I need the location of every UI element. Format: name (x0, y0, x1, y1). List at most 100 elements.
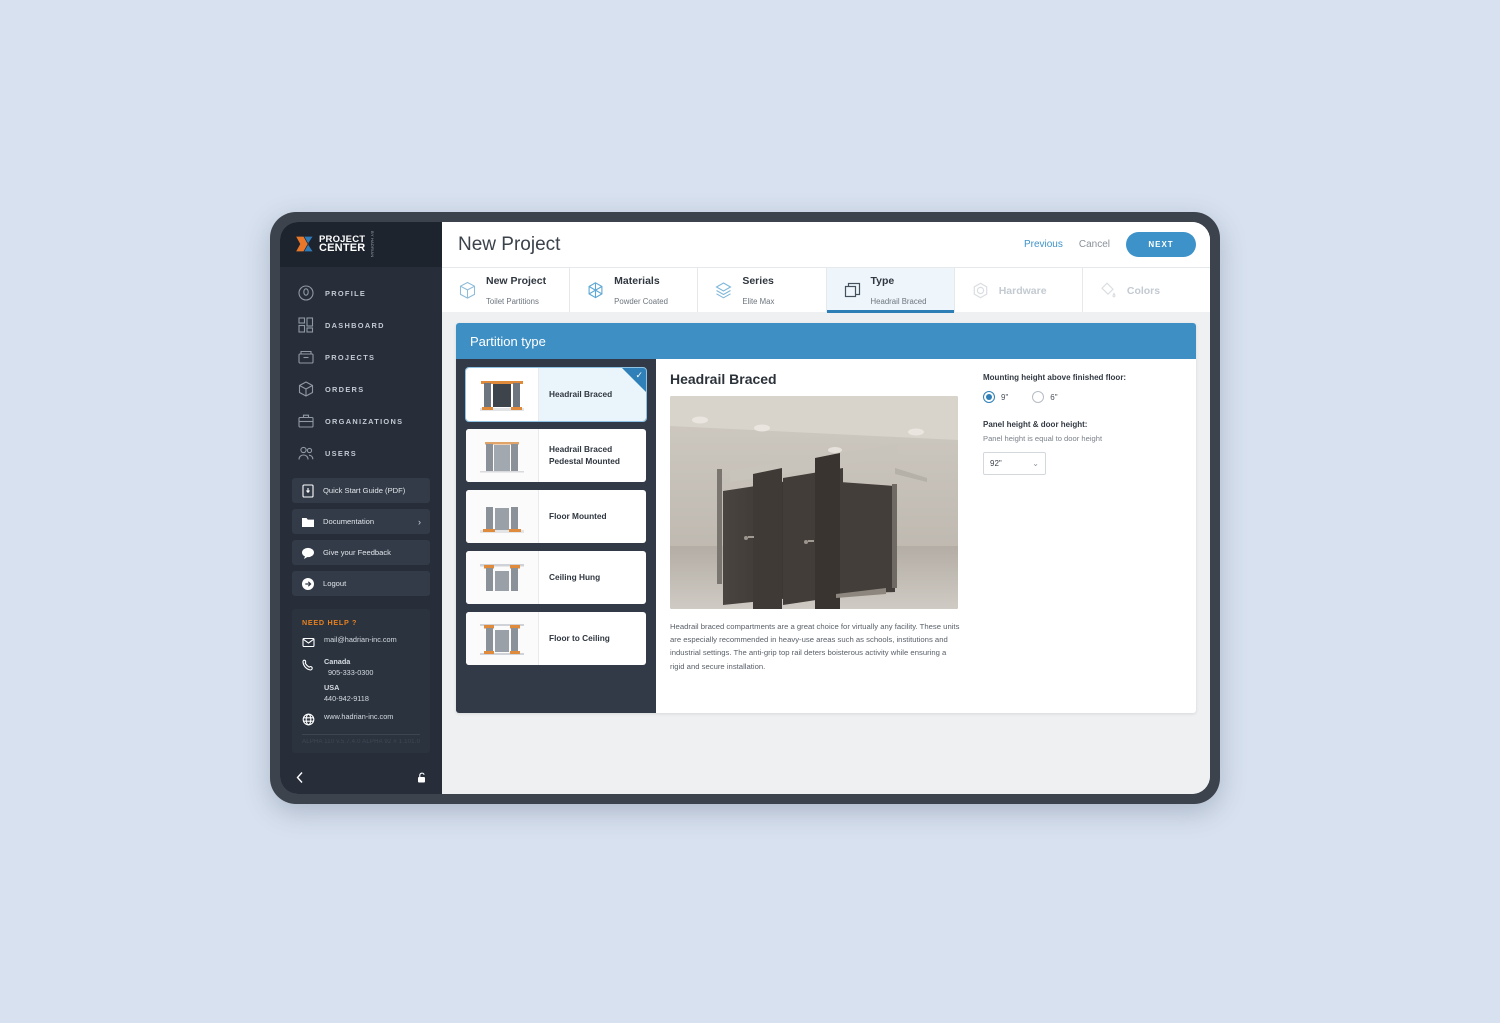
hex-icon (586, 281, 605, 300)
type-options-form: Mounting height above finished floor: 9"… (983, 371, 1126, 713)
restroom-photo-illustration (670, 396, 958, 609)
step-sub: Elite Max (742, 297, 775, 306)
need-help-title: NEED HELP ? (302, 618, 358, 627)
help-phone-block: Canada 905-333-0300 USA 440-942-9118 (324, 657, 373, 704)
partition-type-list: Headrail Braced ✓ Headrail Braced Pedest… (456, 359, 656, 713)
sidebar-item-label: PROJECTS (325, 352, 376, 362)
panel-heading: Partition type (470, 333, 546, 349)
topbar: New Project Previous Cancel NEXT (442, 222, 1210, 267)
step-sub: Toilet Partitions (486, 297, 539, 306)
collapse-sidebar-button[interactable] (294, 771, 307, 784)
project-center-logo-icon (296, 237, 313, 252)
app-version: ALPHA 110 v.5.7.4.0 ALPHA 92 # 1.101.0 (302, 739, 420, 746)
step-sub: Powder Coated (614, 297, 668, 306)
type-card-headrail-braced-pedestal-mounted[interactable]: Headrail Braced Pedestal Mounted (466, 429, 646, 482)
help-phone-row: Canada 905-333-0300 USA 440-942-9118 (302, 657, 420, 704)
sidebar-item-projects[interactable]: PROJECTS (280, 341, 442, 373)
step-sub: Headrail Braced (870, 297, 927, 306)
step-new-project[interactable]: New Project Toilet Partitions (442, 268, 571, 312)
radio-dot (1032, 391, 1045, 403)
cancel-link[interactable]: Cancel (1079, 239, 1110, 250)
previous-link[interactable]: Previous (1024, 239, 1063, 250)
help-country-2: USA (324, 683, 340, 693)
nut-icon (971, 281, 990, 300)
help-website-row[interactable]: www.hadrian-inc.com (302, 712, 420, 726)
radio-dot (983, 391, 995, 403)
need-help-box: NEED HELP ? mail@hadrian-inc.com Canada (292, 609, 430, 754)
sidebar-item-profile[interactable]: PROFILE (280, 277, 442, 309)
type-card-floor-mounted[interactable]: Floor Mounted (466, 490, 646, 543)
page-title: New Project (458, 233, 561, 255)
step-series[interactable]: Series Elite Max (698, 268, 827, 312)
help-email-row[interactable]: mail@hadrian-inc.com (302, 635, 420, 649)
chevron-right-icon: › (418, 516, 421, 527)
sidebar-item-label: ORGANIZATIONS (325, 416, 404, 426)
step-name: Series (742, 275, 774, 287)
button-label: Give your Feedback (323, 548, 391, 557)
layers-icon (714, 281, 733, 300)
ceiling-hung-diagram-icon (480, 563, 524, 591)
type-card-headrail-braced[interactable]: Headrail Braced ✓ (465, 367, 647, 422)
type-detail: Headrail Braced Headrail braced compartm… (656, 359, 1196, 713)
step-name: New Project (486, 275, 547, 287)
help-divider (302, 734, 420, 736)
help-phone-1: 905-333-0300 (328, 667, 374, 677)
step-colors[interactable]: Colors (1083, 268, 1210, 312)
headrail-braced-diagram-icon (480, 380, 524, 411)
mounting-height-option-9[interactable]: 9" (983, 391, 1008, 403)
pdf-icon (301, 483, 315, 498)
sidebar-item-dashboard[interactable]: DASHBOARD (280, 309, 442, 341)
partition-thumbnail (466, 368, 539, 421)
documentation-button[interactable]: Documentation › (292, 509, 430, 534)
sidebar-logo[interactable]: PROJECT CENTER BY HADRIAN (280, 222, 442, 267)
sidebar-item-label: PROFILE (325, 288, 367, 298)
folder-icon (301, 515, 315, 529)
paint-icon (1099, 281, 1118, 300)
type-label: Headrail Braced Pedestal Mounted (549, 444, 620, 466)
sidebar-nav: PROFILE DASHBOARD PROJECTS ORDERS ORGANI… (280, 267, 442, 469)
quick-start-guide-button[interactable]: Quick Start Guide (PDF) (292, 478, 430, 503)
type-label: Ceiling Hung (549, 571, 601, 582)
type-card-floor-to-ceiling[interactable]: Floor to Ceiling (466, 612, 646, 665)
step-hardware[interactable]: Hardware (955, 268, 1083, 312)
partition-thumbnail (466, 612, 539, 665)
select-value: 92" (990, 459, 1002, 468)
sidebar-item-orders[interactable]: ORDERS (280, 373, 442, 405)
feedback-button[interactable]: Give your Feedback (292, 540, 430, 565)
partition-thumbnail (466, 429, 539, 482)
phone-icon (302, 658, 315, 671)
sidebar-item-label: DASHBOARD (325, 320, 385, 330)
help-website: www.hadrian-inc.com (324, 712, 394, 722)
sidebar: PROJECT CENTER BY HADRIAN PROFILE DASHBO… (280, 222, 442, 794)
step-name: Colors (1126, 285, 1161, 297)
partition-thumbnail (466, 551, 539, 604)
type-label: Floor Mounted (549, 510, 607, 521)
unlock-button[interactable] (415, 771, 428, 784)
step-materials[interactable]: Materials Powder Coated (570, 268, 699, 312)
sidebar-item-organizations[interactable]: ORGANIZATIONS (280, 405, 442, 437)
detail-title: Headrail Braced (670, 371, 777, 387)
profile-icon (298, 285, 314, 301)
mounting-height-radio-group: 9" 6" (983, 391, 1126, 403)
step-name: Materials (614, 275, 660, 287)
pedestal-mounted-diagram-icon (480, 441, 524, 472)
help-email: mail@hadrian-inc.com (324, 635, 397, 644)
sidebar-action-buttons: Quick Start Guide (PDF) Documentation › … (280, 469, 442, 596)
panel-height-label: Panel height & door height: (983, 420, 1088, 429)
help-country-1: Canada (324, 657, 351, 666)
detail-description: Headrail braced compartments are a great… (670, 622, 960, 671)
radio-label: 9" (1001, 392, 1009, 402)
panel-header: Partition type (456, 323, 1196, 359)
sidebar-item-users[interactable]: USERS (280, 437, 442, 469)
chevron-down-icon: ⌄ (1032, 459, 1039, 468)
step-type[interactable]: Type Headrail Braced (826, 268, 955, 313)
mounting-height-option-6[interactable]: 6" (1032, 391, 1058, 403)
logo-line-2: CENTER (319, 242, 366, 255)
type-card-ceiling-hung[interactable]: Ceiling Hung (466, 551, 646, 604)
step-name: Type (870, 275, 895, 287)
main-area: New Project Previous Cancel NEXT New Pro… (442, 222, 1210, 794)
next-button[interactable]: NEXT (1126, 232, 1196, 257)
panel-height-note: Panel height is equal to door height (983, 434, 1103, 443)
panel-height-select[interactable]: 92" ⌄ (983, 452, 1046, 475)
logout-button[interactable]: Logout (292, 571, 430, 596)
